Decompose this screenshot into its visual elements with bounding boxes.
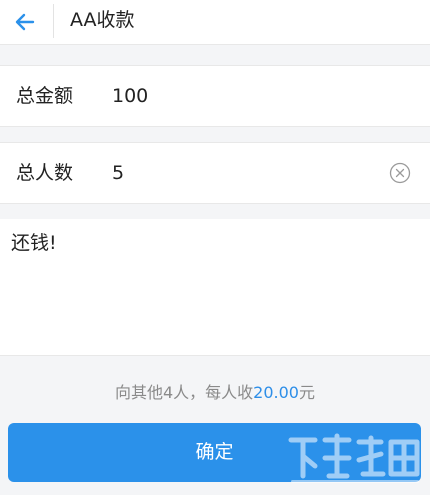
summary-text: 向其他4人，每人收20.00元 bbox=[0, 382, 430, 404]
back-button[interactable] bbox=[6, 4, 44, 40]
summary-prefix: 向其他4人，每人收 bbox=[114, 383, 254, 402]
clear-circle-icon bbox=[389, 162, 411, 184]
total-amount-input[interactable]: 100 bbox=[112, 84, 148, 108]
total-amount-label: 总金额 bbox=[16, 85, 74, 107]
summary-amount: 20.00 bbox=[253, 383, 299, 402]
arrow-left-icon bbox=[15, 13, 35, 31]
total-people-input[interactable]: 5 bbox=[112, 161, 124, 185]
app-header: AA收款 bbox=[0, 0, 430, 45]
memo-field[interactable]: 还钱! bbox=[0, 219, 430, 356]
total-amount-row: 总金额 100 bbox=[0, 65, 430, 127]
header-divider bbox=[53, 4, 54, 38]
summary-suffix: 元 bbox=[298, 383, 315, 402]
memo-text: 还钱! bbox=[11, 232, 57, 254]
total-people-label: 总人数 bbox=[16, 162, 74, 184]
confirm-button[interactable]: 确定 bbox=[8, 423, 421, 482]
clear-button[interactable] bbox=[389, 162, 411, 184]
total-people-row: 总人数 5 bbox=[0, 142, 430, 204]
page-title: AA收款 bbox=[70, 9, 135, 31]
